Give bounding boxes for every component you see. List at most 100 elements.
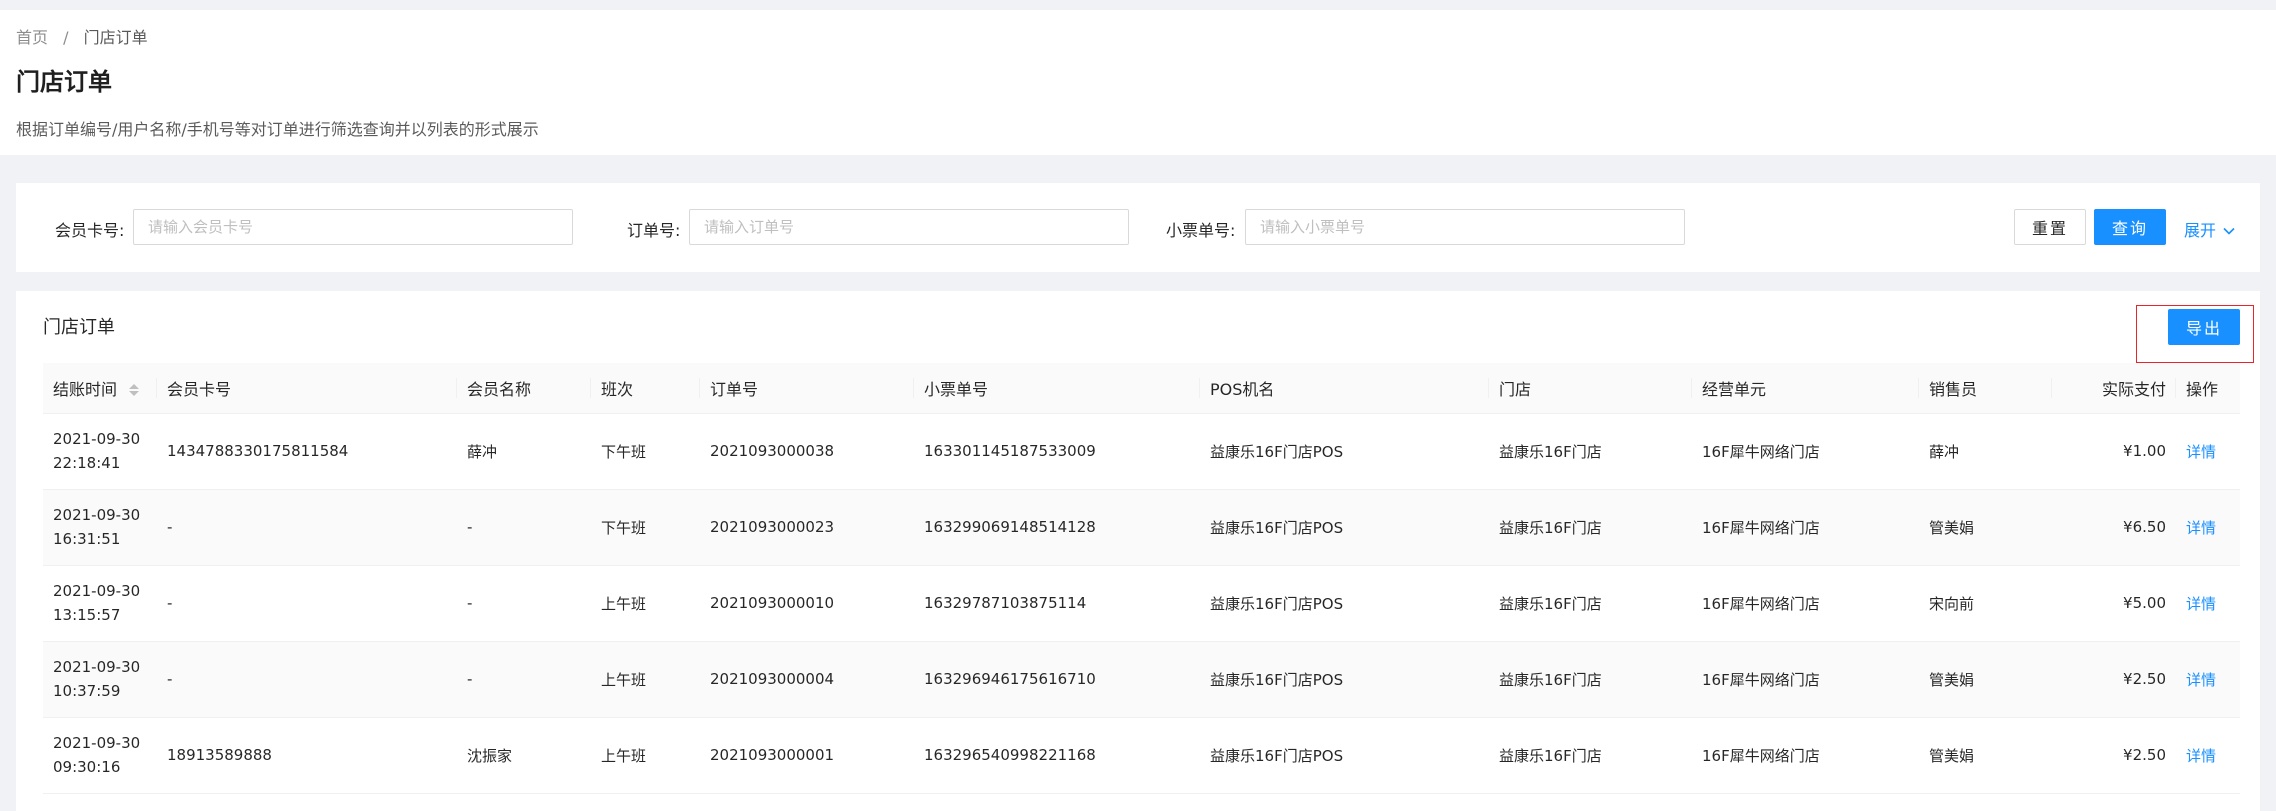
chevron-down-icon (2223, 227, 2235, 235)
business-unit-cell: 16F犀牛网络门店 (1692, 717, 1919, 794)
order-no-cell: 2021093000004 (700, 641, 914, 718)
checkout-date: 2021-09-30 (53, 582, 141, 600)
checkout-time: 16:31:51 (53, 530, 121, 548)
member-name-cell: - (457, 565, 591, 642)
column-header-member-name: 会员名称 (457, 363, 591, 414)
query-button[interactable]: 查询 (2094, 209, 2166, 245)
member-card-cell: 1434788330175811584 (157, 413, 457, 490)
checkout-date: 2021-09-30 (53, 506, 141, 524)
member-name-cell: - (457, 489, 591, 566)
member-card-cell: - (157, 489, 457, 566)
table-row: 2021-09-30 22:18:41 1434788330175811584 薛… (43, 413, 2240, 490)
checkout-date: 2021-09-30 (53, 734, 141, 752)
order-no-input[interactable] (689, 209, 1129, 245)
reset-button[interactable]: 重置 (2014, 209, 2086, 245)
receipt-no-cell: 16329787103875114 (914, 565, 1200, 642)
checkout-time-cell: 2021-09-30 13:15:57 (43, 565, 157, 642)
column-header-order-no: 订单号 (700, 363, 914, 414)
column-header-business-unit: 经营单元 (1692, 363, 1919, 414)
action-cell: 详情 (2176, 413, 2240, 490)
member-name-cell: 薛冲 (457, 413, 591, 490)
expand-label: 展开 (2184, 221, 2217, 240)
actual-paid-cell: ¥2.50 (2052, 717, 2176, 794)
page-title: 门店订单 (16, 68, 112, 96)
store-cell: 益康乐16F门店 (1489, 565, 1692, 642)
salesperson-cell: 薛冲 (1919, 413, 2052, 490)
pos-name-cell: 益康乐16F门店POS (1200, 641, 1489, 718)
store-cell: 益康乐16F门店 (1489, 413, 1692, 490)
receipt-no-label: 小票单号: (1166, 221, 1236, 240)
column-header-actual-paid: 实际支付 (2052, 363, 2176, 414)
detail-link[interactable]: 详情 (2186, 519, 2216, 537)
page-description: 根据订单编号/用户名称/手机号等对订单进行筛选查询并以列表的形式展示 (16, 120, 539, 139)
salesperson-cell: 管美娟 (1919, 641, 2052, 718)
breadcrumb-separator: / (63, 28, 69, 47)
store-cell: 益康乐16F门店 (1489, 641, 1692, 718)
shift-cell: 下午班 (591, 413, 700, 490)
member-card-cell: - (157, 565, 457, 642)
column-header-action: 操作 (2176, 363, 2240, 414)
actual-paid-cell: ¥1.00 (2052, 413, 2176, 490)
checkout-time-cell: 2021-09-30 16:31:51 (43, 489, 157, 566)
order-no-cell: 2021093000010 (700, 565, 914, 642)
detail-link[interactable]: 详情 (2186, 443, 2216, 461)
order-no-cell: 2021093000038 (700, 413, 914, 490)
detail-link[interactable]: 详情 (2186, 671, 2216, 689)
business-unit-cell: 16F犀牛网络门店 (1692, 641, 1919, 718)
column-header-salesperson: 销售员 (1919, 363, 2052, 414)
business-unit-cell: 16F犀牛网络门店 (1692, 489, 1919, 566)
order-no-cell: 2021093000023 (700, 489, 914, 566)
checkout-time: 22:18:41 (53, 454, 121, 472)
receipt-no-input[interactable] (1245, 209, 1685, 245)
action-cell: 详情 (2176, 489, 2240, 566)
breadcrumb-home[interactable]: 首页 (16, 28, 48, 47)
actual-paid-cell: ¥5.00 (2052, 565, 2176, 642)
pos-name-cell: 益康乐16F门店POS (1200, 565, 1489, 642)
checkout-time: 10:37:59 (53, 682, 121, 700)
receipt-no-cell: 163301145187533009 (914, 413, 1200, 490)
shift-cell: 上午班 (591, 565, 700, 642)
detail-link[interactable]: 详情 (2186, 747, 2216, 765)
member-card-input[interactable] (133, 209, 573, 245)
shift-cell: 上午班 (591, 641, 700, 718)
action-cell: 详情 (2176, 565, 2240, 642)
page-header: 首页 / 门店订单 门店订单 根据订单编号/用户名称/手机号等对订单进行筛选查询… (0, 0, 2276, 155)
pos-name-cell: 益康乐16F门店POS (1200, 413, 1489, 490)
table-row: 2021-09-30 09:30:16 18913589888 沈振家 上午班 2… (43, 717, 2240, 794)
search-form: 会员卡号: 订单号: 小票单号: 重置 查询 展开 (16, 183, 2260, 272)
order-table: 结账时间 会员卡号 会员名称 班次 订单号 小票单号 POS机名 门店 经营单元… (43, 363, 2240, 794)
breadcrumb: 首页 / 门店订单 (16, 24, 148, 48)
sort-caret-icon[interactable] (129, 382, 140, 398)
column-header-label: 结账时间 (53, 379, 118, 399)
table-row: 2021-09-30 16:31:51 - - 下午班 2021093000023… (43, 489, 2240, 566)
shift-cell: 下午班 (591, 489, 700, 566)
column-header-checkout-time[interactable]: 结账时间 (43, 363, 157, 414)
action-cell: 详情 (2176, 717, 2240, 794)
checkout-time-cell: 2021-09-30 10:37:59 (43, 641, 157, 718)
actual-paid-cell: ¥6.50 (2052, 489, 2176, 566)
column-header-pos-name: POS机名 (1200, 363, 1489, 414)
action-cell: 详情 (2176, 641, 2240, 718)
member-name-cell: 沈振家 (457, 717, 591, 794)
column-header-member-card: 会员卡号 (157, 363, 457, 414)
member-card-cell: 18913589888 (157, 717, 457, 794)
receipt-no-cell: 163296540998221168 (914, 717, 1200, 794)
member-card-cell: - (157, 641, 457, 718)
pos-name-cell: 益康乐16F门店POS (1200, 489, 1489, 566)
checkout-date: 2021-09-30 (53, 430, 141, 448)
export-button[interactable]: 导出 (2168, 309, 2240, 345)
table-row: 2021-09-30 13:15:57 - - 上午班 2021093000010… (43, 565, 2240, 642)
business-unit-cell: 16F犀牛网络门店 (1692, 413, 1919, 490)
checkout-time: 13:15:57 (53, 606, 121, 624)
order-no-label: 订单号: (627, 221, 681, 240)
checkout-date: 2021-09-30 (53, 658, 141, 676)
receipt-no-cell: 163299069148514128 (914, 489, 1200, 566)
table-header-row: 结账时间 会员卡号 会员名称 班次 订单号 小票单号 POS机名 门店 经营单元… (43, 363, 2240, 414)
pos-name-cell: 益康乐16F门店POS (1200, 717, 1489, 794)
checkout-time-cell: 2021-09-30 09:30:16 (43, 717, 157, 794)
table-title: 门店订单 (43, 317, 115, 338)
expand-toggle[interactable]: 展开 (2184, 217, 2236, 241)
detail-link[interactable]: 详情 (2186, 595, 2216, 613)
receipt-no-cell: 163296946175616710 (914, 641, 1200, 718)
order-table-card: 门店订单 导出 结账时间 会员卡号 会员名称 班次 订单号 小票单号 POS机名… (16, 291, 2260, 811)
